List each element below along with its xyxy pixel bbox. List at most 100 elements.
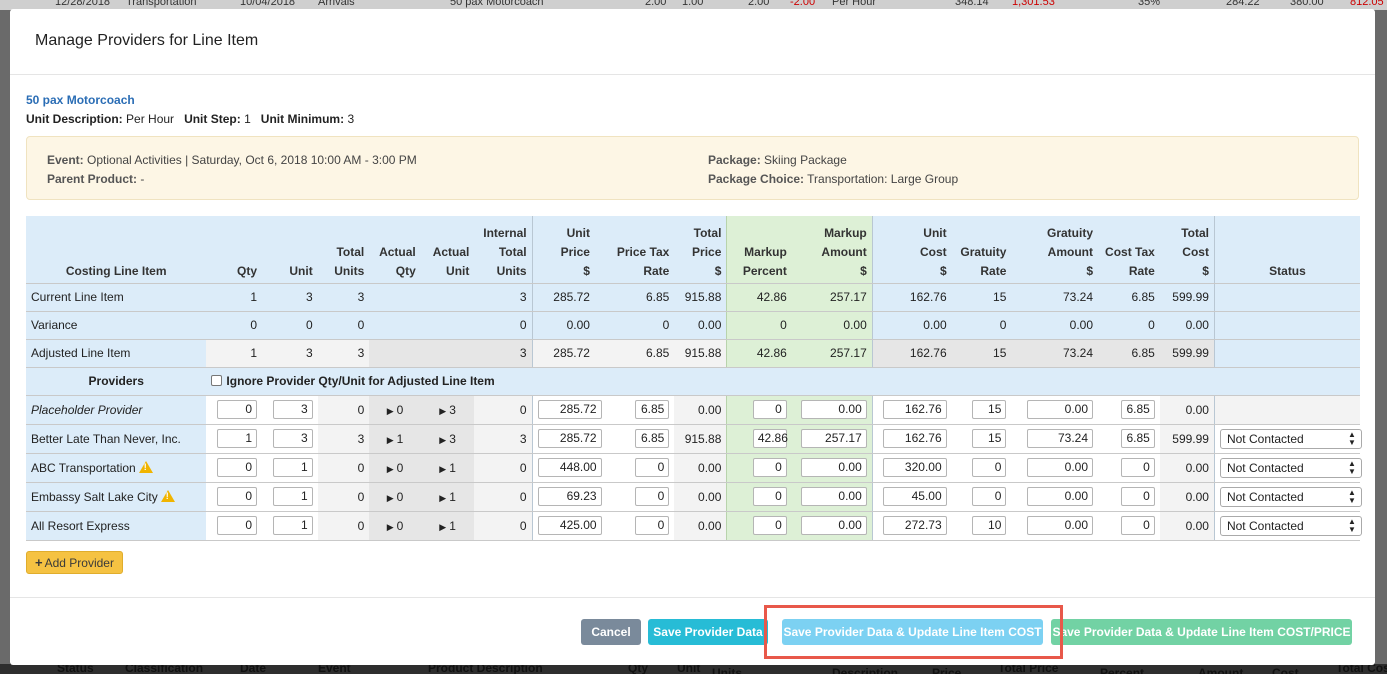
cost-tax-input[interactable]: 0	[1120, 487, 1155, 506]
markup-amount-input[interactable]: 257.17	[800, 429, 867, 448]
price-tax-input[interactable]: 6.85	[635, 400, 670, 419]
unit-price-input[interactable]: 448.00	[537, 458, 602, 477]
col-unit-cost: Unit Cost $	[871, 216, 952, 284]
markup-amount-input[interactable]: 0.00	[800, 487, 867, 506]
qty-input[interactable]: 0	[217, 458, 258, 477]
markup-percent-input[interactable]: 0	[752, 458, 787, 477]
unit-cost-input[interactable]: 320.00	[882, 458, 947, 477]
gratuity-amount-input[interactable]: 0.00	[1027, 516, 1093, 535]
price-tax-value: 6.85	[594, 339, 675, 368]
markup-amount-input[interactable]: 0.00	[800, 516, 867, 535]
markup-percent-input[interactable]: 42.86	[752, 429, 788, 448]
unit-input[interactable]: 1	[272, 487, 313, 506]
price-tax-input[interactable]: 0	[635, 516, 670, 535]
gratuity-rate-input[interactable]: 15	[972, 400, 1007, 419]
markup-percent-input[interactable]: 0	[752, 516, 787, 535]
actual-unit-cell[interactable]: ▶ 1	[420, 453, 475, 483]
actual-qty-value	[369, 311, 421, 340]
unit-price-value: 285.72	[531, 339, 595, 368]
gratuity-amount-input[interactable]: 0.00	[1027, 458, 1093, 477]
actual-unit-cell[interactable]: ▶ 3	[420, 395, 475, 425]
actual-qty-cell[interactable]: ▶ 0	[369, 511, 421, 541]
status-select[interactable]: Not Contacted ▲ ▼	[1219, 486, 1362, 507]
background-app-right	[1375, 10, 1387, 664]
gratuity-rate-input[interactable]: 15	[972, 429, 1007, 448]
unit-cost-input[interactable]: 45.00	[882, 487, 947, 506]
status-select[interactable]: Not Contacted ▲ ▼	[1219, 515, 1362, 536]
bg-text: Amount	[1198, 666, 1244, 674]
save-update-cost-price-button[interactable]: Save Provider Data & Update Line Item CO…	[1051, 619, 1352, 645]
unit-cost-input[interactable]: 162.76	[882, 429, 947, 448]
provider-row: Better Late Than Never, Inc. 1 3 3 ▶ 1 ▶ 3 3 285.…	[26, 424, 1362, 454]
qty-value: 1	[206, 339, 263, 368]
add-provider-button[interactable]: + Add Provider	[26, 550, 123, 574]
actual-unit-cell[interactable]: ▶ 1	[420, 511, 475, 541]
qty-input[interactable]: 0	[217, 400, 258, 419]
qty-input[interactable]: 0	[217, 516, 258, 535]
caret-right-icon: ▶	[386, 434, 394, 445]
cost-tax-input[interactable]: 6.85	[1120, 429, 1155, 448]
cost-tax-input[interactable]: 0	[1120, 516, 1155, 535]
gratuity-amount-cell: 0.00	[1011, 395, 1098, 425]
cost-tax-cell: 0	[1098, 453, 1160, 483]
internal-units-value: 0	[519, 518, 527, 533]
total-cost-cell: 599.99	[1159, 424, 1215, 454]
ignore-provider-qty-checkbox[interactable]	[211, 375, 223, 386]
status-value: Not Contacted	[1226, 460, 1304, 475]
markup-percent-input[interactable]: 0	[752, 487, 787, 506]
save-provider-data-button[interactable]: Save Provider Data	[648, 619, 768, 645]
cost-tax-input[interactable]: 0	[1120, 458, 1155, 477]
col-unit: Unit	[262, 216, 318, 284]
markup-amount-input[interactable]: 0.00	[800, 400, 867, 419]
status-select[interactable]: Not Contacted ▲ ▼	[1219, 428, 1362, 449]
actual-qty-value: 0	[396, 489, 404, 504]
actual-qty-cell[interactable]: ▶ 0	[369, 453, 421, 483]
actual-unit-cell[interactable]: ▶ 1	[420, 482, 475, 512]
cancel-button[interactable]: Cancel	[581, 619, 641, 645]
bg-text: 2.00	[748, 0, 770, 8]
actual-qty-cell[interactable]: ▶ 1	[369, 424, 421, 454]
bg-text: 812.05	[1350, 0, 1384, 8]
unit-step-label: Unit Step:	[184, 112, 241, 126]
actual-qty-value: 0	[396, 402, 404, 417]
markup-amount-input[interactable]: 0.00	[800, 458, 867, 477]
price-tax-input[interactable]: 6.85	[635, 429, 670, 448]
cost-tax-input[interactable]: 6.85	[1120, 400, 1155, 419]
unit-price-input[interactable]: 285.72	[537, 400, 602, 419]
status-cell	[1213, 339, 1360, 368]
unit-price-input[interactable]: 69.23	[537, 487, 602, 506]
status-select[interactable]: Not Contacted ▲ ▼	[1219, 457, 1362, 478]
total-cost-cell: 0.00	[1159, 482, 1215, 512]
actual-qty-cell[interactable]: ▶ 0	[369, 482, 421, 512]
product-link[interactable]: 50 pax Motorcoach	[26, 93, 1359, 107]
price-tax-input[interactable]: 0	[635, 458, 670, 477]
price-tax-input[interactable]: 0	[635, 487, 670, 506]
unit-price-value: 285.72	[531, 283, 595, 312]
gratuity-amount-input[interactable]: 73.24	[1027, 429, 1093, 448]
unit-input[interactable]: 3	[272, 400, 313, 419]
gratuity-amount-input[interactable]: 0.00	[1027, 400, 1093, 419]
gratuity-amount-input[interactable]: 0.00	[1027, 487, 1093, 506]
unit-cost-input[interactable]: 272.73	[882, 516, 947, 535]
markup-percent-input[interactable]: 0	[752, 400, 787, 419]
unit-cost-input[interactable]: 162.76	[882, 400, 947, 419]
gratuity-rate-cell: 15	[951, 424, 1012, 454]
unit-price-input[interactable]: 285.72	[537, 429, 602, 448]
unit-input[interactable]: 1	[272, 516, 313, 535]
event-info-box: Event: Optional Activities | Saturday, O…	[26, 136, 1359, 200]
gratuity-rate-cell: 0	[951, 453, 1012, 483]
bg-text: 50 pax Motorcoach	[450, 0, 544, 8]
actual-unit-cell[interactable]: ▶ 3	[420, 424, 475, 454]
bg-text: 1,301.53	[1012, 0, 1055, 8]
gratuity-rate-input[interactable]: 0	[972, 487, 1007, 506]
unit-price-input[interactable]: 425.00	[537, 516, 602, 535]
gratuity-rate-input[interactable]: 0	[972, 458, 1007, 477]
qty-input[interactable]: 0	[217, 487, 258, 506]
unit-input[interactable]: 1	[272, 458, 313, 477]
unit-input[interactable]: 3	[272, 429, 313, 448]
qty-input[interactable]: 1	[217, 429, 258, 448]
gratuity-rate-input[interactable]: 10	[972, 516, 1007, 535]
total-units-cell: 3	[317, 424, 370, 454]
actual-qty-cell[interactable]: ▶ 0	[369, 395, 421, 425]
provider-name-cell: Placeholder Provider	[26, 395, 207, 425]
